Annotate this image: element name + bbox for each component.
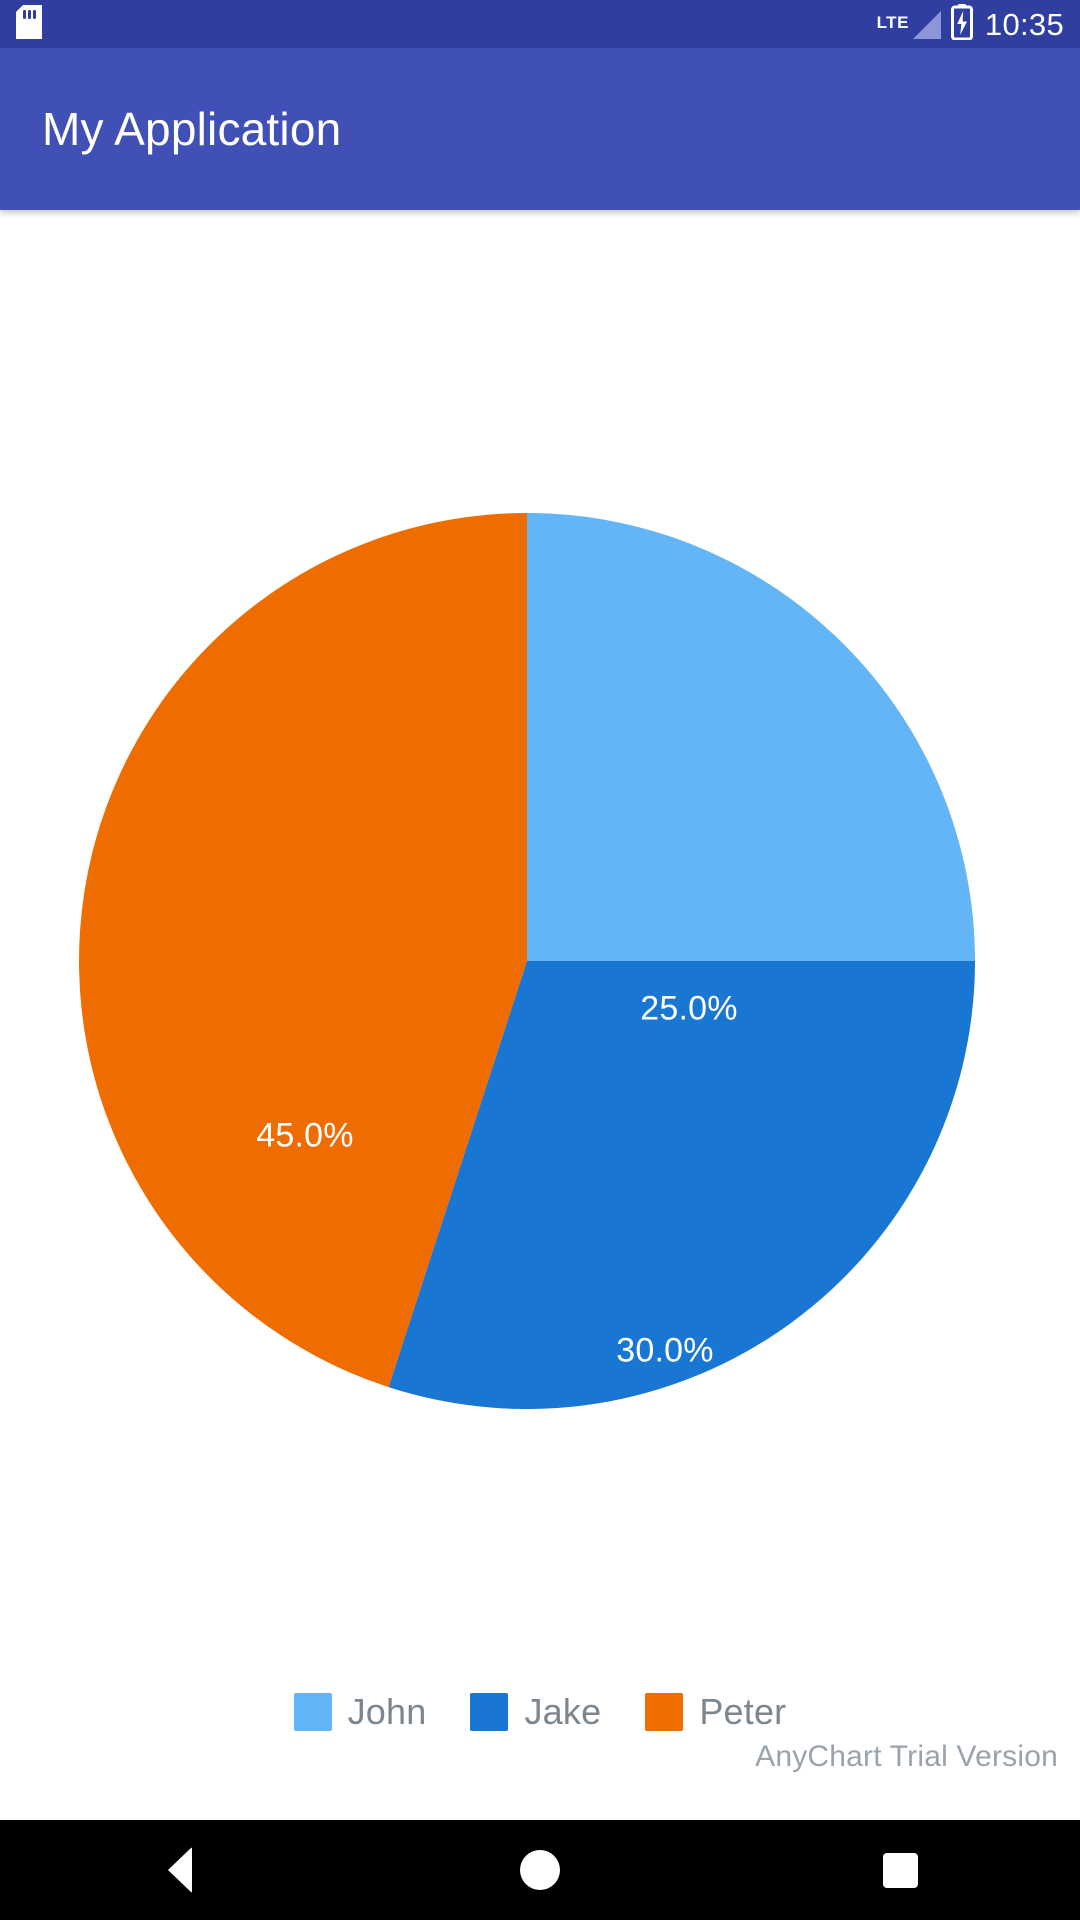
lte-label: LTE — [876, 13, 909, 32]
anychart-trial-watermark: AnyChart Trial Version — [755, 1740, 1058, 1773]
legend-label-peter: Peter — [699, 1691, 787, 1732]
chart-legend: John Jake Peter — [0, 1693, 1080, 1731]
nav-recent-button[interactable] — [810, 1820, 990, 1920]
legend-label-jake: Jake — [524, 1691, 602, 1732]
pie-chart: 25.0% 30.0% 45.0% — [79, 513, 975, 1409]
pie-slice-john[interactable] — [527, 513, 975, 961]
square-icon — [882, 1852, 918, 1888]
app-bar: My Application — [0, 48, 1080, 210]
nav-home-button[interactable] — [450, 1820, 630, 1920]
nav-back-button[interactable] — [90, 1820, 270, 1920]
legend-item-john[interactable]: John — [293, 1691, 427, 1732]
pie-chart-svg — [79, 513, 975, 1409]
triangle-left-icon — [168, 1847, 192, 1893]
pie-slice-label-jake: 30.0% — [616, 1331, 714, 1370]
legend-swatch-jake — [470, 1693, 509, 1731]
phone-screen: LTE 10:35 My Application 25.0% 30.0% 45.… — [0, 0, 1080, 1920]
pie-slice-label-peter: 45.0% — [256, 1116, 354, 1155]
status-bar-clock: 10:35 — [984, 6, 1064, 42]
status-bar-left-icons — [16, 4, 42, 44]
battery-charging-icon — [950, 3, 973, 45]
signal-icon: LTE — [877, 9, 941, 39]
circle-icon — [520, 1850, 560, 1890]
app-bar-title: My Application — [42, 103, 342, 155]
legend-label-john: John — [347, 1691, 427, 1732]
legend-item-peter[interactable]: Peter — [645, 1693, 786, 1731]
legend-swatch-john — [293, 1693, 332, 1731]
legend-swatch-peter — [645, 1693, 684, 1731]
status-bar: LTE 10:35 — [0, 0, 1080, 48]
pie-chart-container: 25.0% 30.0% 45.0% John Jake Peter AnyCha… — [0, 210, 1080, 1820]
sd-card-icon — [16, 4, 42, 44]
pie-slice-label-john: 25.0% — [640, 989, 738, 1028]
legend-item-jake[interactable]: Jake — [470, 1693, 601, 1731]
status-bar-right-icons: LTE 10:35 — [877, 3, 1064, 45]
android-navigation-bar — [0, 1820, 1080, 1920]
